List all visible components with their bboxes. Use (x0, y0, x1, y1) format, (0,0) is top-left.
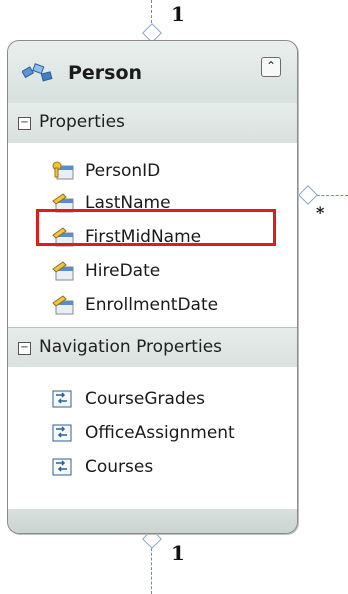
navigation-label: CourseGrades (85, 389, 206, 409)
entity-footer (8, 509, 297, 533)
properties-collapse-toggle[interactable]: − (18, 117, 31, 130)
navigation-properties-section-title: Navigation Properties (39, 337, 223, 357)
right-multiplicity-label: * (316, 203, 325, 222)
key-property-icon (52, 161, 74, 180)
property-label: PersonID (85, 161, 161, 181)
navigation-properties-collapse-toggle[interactable]: − (18, 342, 31, 355)
bottom-multiplicity-label: 1 (171, 541, 185, 565)
property-icon (52, 261, 74, 281)
property-label: HireDate (85, 261, 161, 281)
navigation-properties-section-header[interactable]: − Navigation Properties (8, 327, 297, 368)
navigation-properties-list: CourseGrades OfficeAssignment Courses (8, 367, 297, 509)
right-connector-diamond (298, 185, 318, 205)
navigation-property-icon (52, 458, 72, 476)
collapse-button[interactable]: ⌃ (261, 57, 281, 77)
properties-section-title: Properties (39, 112, 125, 132)
navigation-property-icon (52, 424, 72, 442)
property-label: EnrollmentDate (85, 295, 219, 315)
properties-section-header[interactable]: − Properties (8, 103, 297, 143)
navigation-label: OfficeAssignment (85, 423, 235, 443)
entity-person[interactable]: Person ⌃ − Properties PersonID LastName … (7, 40, 298, 534)
navigation-label: Courses (85, 457, 154, 477)
entity-title: Person (68, 62, 143, 84)
top-multiplicity-label: 1 (171, 2, 185, 26)
double-chevron-up-icon: ⌃ (265, 59, 277, 73)
entity-header[interactable]: Person ⌃ (8, 41, 297, 104)
minus-icon: − (20, 117, 29, 128)
bottom-connector-line (151, 548, 152, 594)
entity-type-icon (22, 63, 53, 82)
highlight-box (36, 209, 276, 246)
property-icon (52, 295, 74, 315)
minus-icon: − (20, 342, 29, 353)
navigation-property-icon (52, 390, 72, 408)
